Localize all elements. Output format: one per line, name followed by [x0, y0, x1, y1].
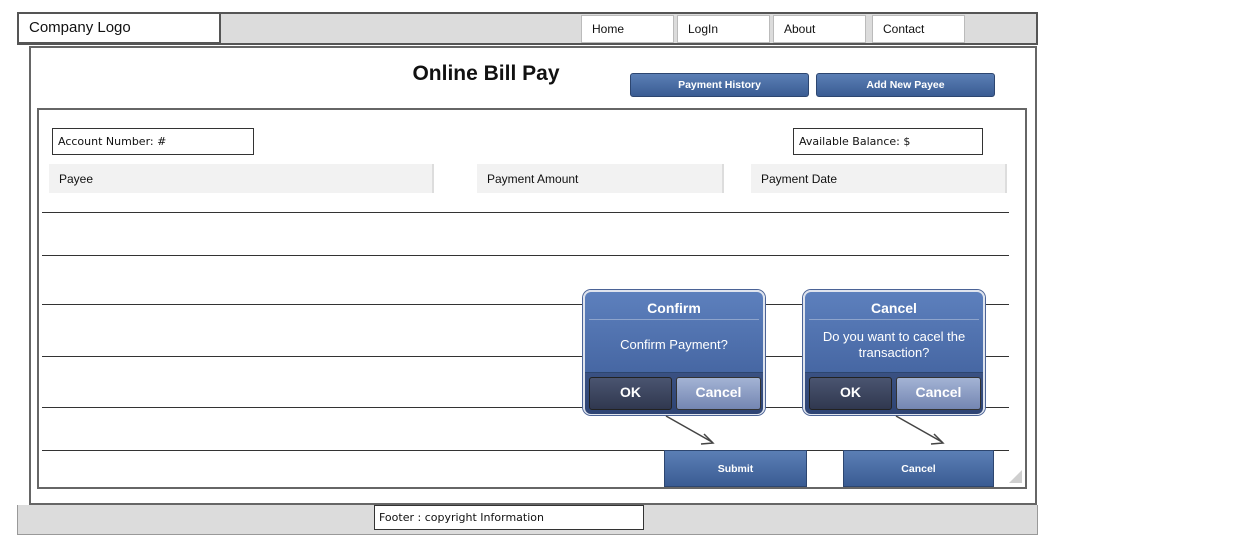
cancel-dialog: Cancel Do you want to cacel the transact… — [803, 290, 985, 415]
column-header-payee: Payee — [49, 164, 434, 193]
dialog-divider — [809, 319, 979, 320]
column-header-payment-date: Payment Date — [751, 164, 1007, 193]
cancel-dialog-cancel-button[interactable]: Cancel — [896, 377, 981, 410]
company-logo: Company Logo — [17, 12, 221, 44]
cancel-dialog-ok-button[interactable]: OK — [809, 377, 892, 410]
nav-login[interactable]: LogIn — [677, 15, 770, 43]
resize-grip-icon[interactable] — [1008, 469, 1023, 484]
cancel-dialog-title: Cancel — [871, 300, 917, 316]
footer-copyright: Footer : copyright Information — [374, 505, 644, 530]
account-number-field: Account Number: # — [52, 128, 254, 155]
nav-contact[interactable]: Contact — [872, 15, 965, 43]
payment-history-button[interactable]: Payment History — [630, 73, 809, 97]
table-row-divider — [42, 255, 1009, 256]
confirm-cancel-button[interactable]: Cancel — [676, 377, 761, 410]
nav-home[interactable]: Home — [581, 15, 674, 43]
confirm-dialog: Confirm Confirm Payment? OK Cancel — [583, 290, 765, 415]
add-new-payee-button[interactable]: Add New Payee — [816, 73, 995, 97]
nav-about[interactable]: About — [773, 15, 866, 43]
submit-button[interactable]: Submit — [664, 450, 807, 487]
confirm-dialog-message: Confirm Payment? — [620, 337, 728, 352]
dialog-divider — [589, 319, 759, 320]
confirm-dialog-title: Confirm — [647, 300, 701, 316]
column-header-payment-amount: Payment Amount — [477, 164, 724, 193]
cancel-button[interactable]: Cancel — [843, 450, 994, 487]
arrow-icon — [665, 415, 715, 445]
confirm-ok-button[interactable]: OK — [589, 377, 672, 410]
page-title: Online Bill Pay — [412, 62, 560, 85]
available-balance-field: Available Balance: $ — [793, 128, 983, 155]
arrow-icon — [895, 415, 945, 445]
cancel-dialog-message: Do you want to cacel the transaction? — [822, 329, 966, 360]
table-row-divider — [42, 212, 1009, 213]
